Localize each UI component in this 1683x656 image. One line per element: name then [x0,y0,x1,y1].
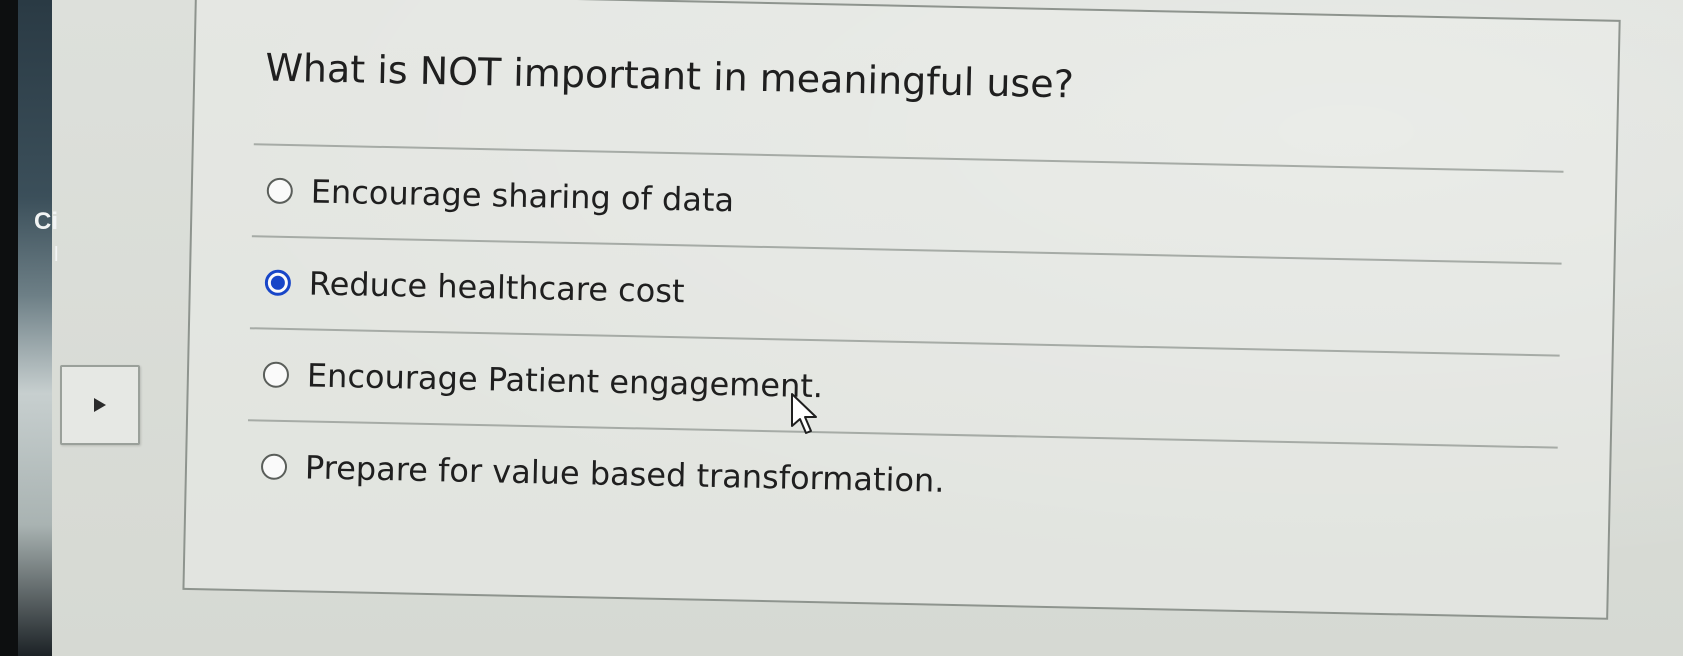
answer-option-label: Encourage Patient engagement. [306,356,824,406]
question-text: What is NOT important in meaningful use? [264,45,1075,107]
answer-options: Encourage sharing of data Reduce healthc… [246,143,1564,538]
radio-button-4[interactable] [260,453,288,481]
screen-background: Ci l What is NOT important in meaningful… [0,0,1683,656]
radio-button-1[interactable] [266,177,294,205]
play-icon [94,398,106,412]
monitor-bezel [0,0,18,656]
side-panel-toggle-button[interactable] [60,365,140,445]
answer-option-label: Reduce healthcare cost [308,264,685,311]
left-window-text: Ci [34,208,58,235]
left-background-window: Ci l [0,0,58,656]
radio-button-3[interactable] [262,361,290,389]
answer-option-label: Encourage sharing of data [310,172,735,220]
answer-option-label: Prepare for value based transformation. [304,448,945,500]
radio-button-2-selected[interactable] [264,269,292,297]
question-card: What is NOT important in meaningful use?… [182,0,1621,620]
left-window-text-2: l [54,244,59,266]
mouse-pointer-icon [791,393,817,434]
